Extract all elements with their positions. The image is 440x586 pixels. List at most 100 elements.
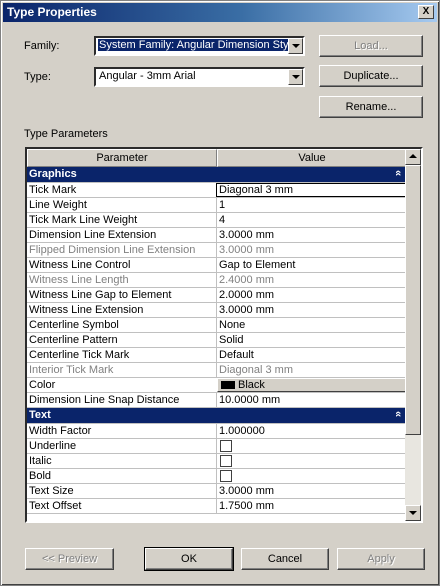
scroll-thumb[interactable]: [405, 165, 421, 435]
column-header-parameter[interactable]: Parameter: [27, 149, 217, 167]
param-name: Width Factor: [29, 425, 92, 437]
param-row-dimension-line-extension[interactable]: Dimension Line Extension 3.0000 mm: [27, 228, 407, 243]
param-row-witness-line-length: Witness Line Length 2.4000 mm: [27, 273, 407, 288]
param-value[interactable]: Default: [219, 349, 254, 361]
cancel-button[interactable]: Cancel: [241, 548, 329, 570]
param-row-witness-line-gap[interactable]: Witness Line Gap to Element 2.0000 mm: [27, 288, 407, 303]
family-dropdown-arrow-icon[interactable]: [288, 38, 303, 54]
vertical-scrollbar[interactable]: [405, 149, 421, 521]
param-value[interactable]: None: [219, 319, 245, 331]
type-label: Type:: [24, 71, 51, 83]
param-row-underline[interactable]: Underline: [27, 439, 407, 454]
italic-checkbox[interactable]: [220, 455, 232, 467]
param-name: Tick Mark: [29, 184, 77, 196]
param-value[interactable]: 1.000000: [219, 425, 265, 437]
column-header-value[interactable]: Value: [217, 149, 407, 167]
param-name: Centerline Pattern: [29, 334, 118, 346]
param-name: Witness Line Control: [29, 259, 131, 271]
group-header-text[interactable]: Text «: [27, 408, 407, 424]
param-row-centerline-symbol[interactable]: Centerline Symbol None: [27, 318, 407, 333]
param-name: Witness Line Extension: [29, 304, 144, 316]
family-label: Family:: [24, 40, 60, 52]
param-name: Text Size: [29, 485, 74, 497]
param-row-centerline-pattern[interactable]: Centerline Pattern Solid: [27, 333, 407, 348]
ok-button[interactable]: OK: [144, 547, 234, 571]
param-value[interactable]: 1: [219, 199, 225, 211]
param-name: Flipped Dimension Line Extension: [29, 244, 196, 256]
close-button[interactable]: X: [418, 5, 434, 19]
param-name: Underline: [29, 440, 77, 452]
param-name: Tick Mark Line Weight: [29, 214, 138, 226]
param-row-color[interactable]: Color Black: [27, 378, 407, 393]
param-row-witness-line-extension[interactable]: Witness Line Extension 3.0000 mm: [27, 303, 407, 318]
type-properties-dialog: Type Properties X Family: System Family:…: [0, 0, 440, 586]
param-row-width-factor[interactable]: Width Factor 1.000000: [27, 424, 407, 439]
column-divider: [216, 499, 217, 513]
group-name: Graphics: [29, 168, 77, 180]
param-name: Color: [29, 379, 56, 391]
scroll-up-arrow-icon[interactable]: [405, 149, 421, 165]
column-divider: [216, 393, 217, 407]
collapse-chevron-icon[interactable]: «: [392, 411, 404, 417]
column-divider: [216, 198, 217, 212]
param-value: 3.0000 mm: [219, 244, 275, 256]
param-row-bold[interactable]: Bold: [27, 469, 407, 484]
group-header-graphics[interactable]: Graphics «: [27, 167, 407, 183]
param-value[interactable]: 3.0000 mm: [219, 485, 274, 497]
column-divider: [216, 228, 217, 242]
column-divider: [216, 273, 217, 287]
group-name: Text: [29, 409, 51, 421]
load-button[interactable]: Load...: [319, 35, 423, 57]
duplicate-button[interactable]: Duplicate...: [319, 65, 423, 87]
param-row-witness-line-control[interactable]: Witness Line Control Gap to Element: [27, 258, 407, 273]
scroll-down-arrow-icon[interactable]: [405, 505, 421, 521]
parameters-grid[interactable]: Parameter Value Graphics « Tick Mark Diag…: [25, 147, 423, 523]
param-name: Interior Tick Mark: [29, 364, 114, 376]
param-row-text-offset[interactable]: Text Offset 1.7500 mm: [27, 499, 407, 514]
param-name: Text Offset: [29, 500, 82, 512]
column-divider: [216, 303, 217, 317]
param-value[interactable]: 10.0000 mm: [219, 394, 280, 406]
param-value[interactable]: 2.0000 mm: [219, 289, 274, 301]
title-bar[interactable]: Type Properties X: [3, 3, 437, 22]
bold-checkbox[interactable]: [220, 470, 232, 482]
apply-button[interactable]: Apply: [337, 548, 425, 570]
type-combobox[interactable]: Angular - 3mm Arial: [94, 67, 305, 87]
column-divider: [216, 333, 217, 347]
param-name: Italic: [29, 455, 52, 467]
underline-checkbox[interactable]: [220, 440, 232, 452]
color-name: Black: [238, 379, 265, 391]
param-name: Line Weight: [29, 199, 87, 211]
param-name: Witness Line Length: [29, 274, 129, 286]
column-divider: [216, 439, 217, 453]
column-divider: [216, 424, 217, 438]
window-title: Type Properties: [7, 5, 97, 19]
param-row-centerline-tick-mark[interactable]: Centerline Tick Mark Default: [27, 348, 407, 363]
column-divider: [216, 258, 217, 272]
column-divider: [216, 288, 217, 302]
preview-button[interactable]: << Preview: [25, 548, 114, 570]
rename-button[interactable]: Rename...: [319, 96, 423, 118]
param-value[interactable]: 4: [219, 214, 225, 226]
param-value[interactable]: 1.7500 mm: [219, 500, 274, 512]
param-row-flipped-dimension-line-extension: Flipped Dimension Line Extension 3.0000 m…: [27, 243, 407, 258]
param-name: Dimension Line Extension: [29, 229, 157, 241]
param-row-tick-mark[interactable]: Tick Mark Diagonal 3 mm: [27, 183, 407, 198]
param-row-dimension-line-snap-distance[interactable]: Dimension Line Snap Distance 10.0000 mm: [27, 393, 407, 408]
color-swatch: [221, 381, 235, 389]
type-dropdown-arrow-icon[interactable]: [288, 69, 303, 85]
param-row-tick-mark-line-weight[interactable]: Tick Mark Line Weight 4: [27, 213, 407, 228]
param-value[interactable]: 3.0000 mm: [219, 304, 274, 316]
param-row-italic[interactable]: Italic: [27, 454, 407, 469]
param-value[interactable]: Diagonal 3 mm: [216, 183, 406, 197]
family-combobox[interactable]: System Family: Angular Dimension Style: [94, 36, 305, 56]
param-row-line-weight[interactable]: Line Weight 1: [27, 198, 407, 213]
param-value[interactable]: Gap to Element: [219, 259, 295, 271]
param-value: 2.4000 mm: [219, 274, 275, 286]
param-row-text-size[interactable]: Text Size 3.0000 mm: [27, 484, 407, 499]
color-picker-button[interactable]: Black: [217, 378, 407, 392]
param-value[interactable]: 3.0000 mm: [219, 229, 274, 241]
collapse-chevron-icon[interactable]: «: [392, 170, 404, 176]
column-divider: [216, 484, 217, 498]
param-value[interactable]: Solid: [219, 334, 243, 346]
